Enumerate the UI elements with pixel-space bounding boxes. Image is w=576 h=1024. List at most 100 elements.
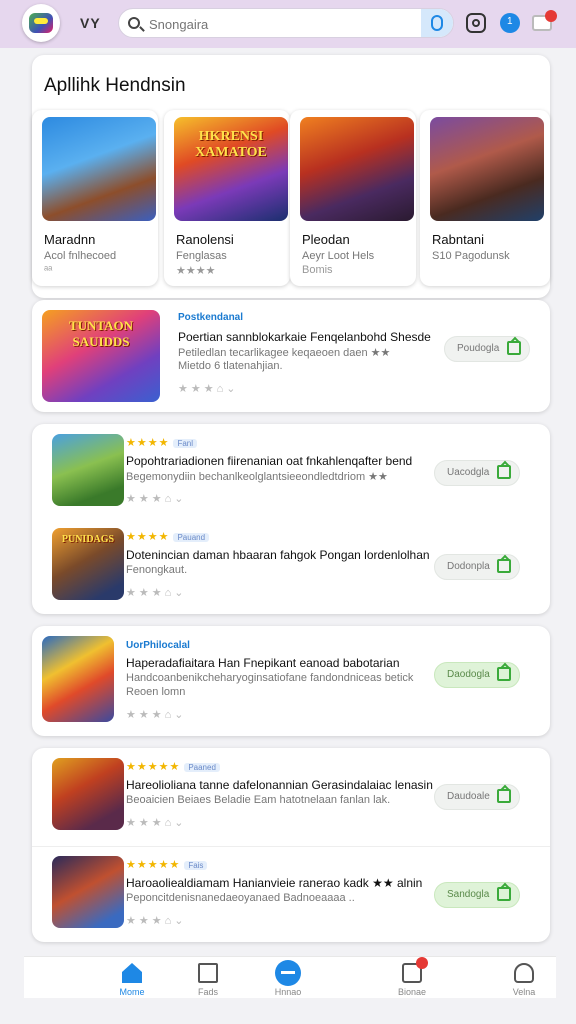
rating-stars[interactable]: ★★★⌂⌄ [126,708,186,721]
featured-app-card[interactable]: Maradnn Acol fnlhecoed ᵃᵃ [32,110,158,286]
brand-text: VY [80,15,101,31]
nav-label: Hnnao [274,987,302,997]
install-label: Poudogla [457,343,500,354]
app-list-card: ★★★★ Fanl Popohtrariadionen fiirenanian o… [32,424,550,614]
app-title: Haperadafiaitara Han Fnepikant eanoad ba… [126,656,400,670]
search-icon [128,17,140,29]
app-badge: Pauand [173,532,210,542]
app-title: Haroaoliealdiamam Hanianvieie ranerao ka… [126,876,423,890]
list-item[interactable]: ★★★★ Fanl Popohtrariadionen fiirenanian o… [42,434,540,530]
nav-item-profile[interactable]: Velna [494,957,554,999]
install-button[interactable]: Dodonpla [434,554,520,580]
install-button[interactable]: Poudogla [444,336,530,362]
app-title: Hareolioliana tanne dafelonannian Gerasi… [126,778,433,792]
nav-label: Fads [197,987,218,997]
install-button[interactable]: Daodogla [434,662,520,688]
app-icon [42,636,114,722]
app-title: Popohtrariadionen fiirenanian oat fnkahl… [126,454,413,468]
download-icon [507,341,521,355]
nav-item-home[interactable]: Mome [102,957,162,999]
home-icon [122,963,142,983]
voice-search-button[interactable] [421,9,453,37]
app-rating: ★★★★ [176,265,216,277]
list-item[interactable]: TUNTAON SAUIDDS Postkendanal Poertian sa… [42,310,540,406]
app-badge: Paaned [184,762,220,772]
app-subtitle: Acol fnlhecoed [44,250,117,262]
download-icon [497,887,511,901]
notification-icon[interactable] [500,13,520,33]
inbox-icon[interactable] [532,10,557,31]
featured-app-card[interactable]: HKRENSI XAMATOE Ranolensi Fenglasas ★★★★ [164,110,290,286]
nav-label: Mome [119,987,145,997]
install-label: Dodonpla [447,561,490,572]
app-icon [52,434,124,506]
install-button[interactable]: Uacodgla [434,460,520,486]
app-name: Ranolensi [176,232,234,247]
app-artwork [42,117,156,221]
app-icon [52,758,124,830]
app-category: Postkendanal [178,312,244,323]
user-icon [514,963,534,983]
app-subtitle: Aeyr Loot Hels [302,250,375,262]
app-description: Peponcitdenisnanedaeoyanaed Badnoeaaaa .… [126,892,355,904]
app-category: UorPhilocalal [126,640,190,651]
rating-stars[interactable]: ★★★⌂⌄ [126,492,186,505]
install-label: Daudoale [447,791,490,802]
artwork-title: PUNIDAGS [61,534,115,545]
rating-stars[interactable]: ★★★⌂⌄ [126,914,186,927]
app-logo[interactable] [22,4,60,42]
rating-stars[interactable]: ★★★⌂⌄ [126,816,186,829]
app-description: Petiledlan tecarlikagee keqaeoen daen ★★ [178,347,391,359]
library-icon [402,957,428,983]
list-item[interactable]: PUNIDAGS ★★★★ Pauand Dotenincian daman hb… [42,528,540,624]
microphone-icon [431,15,443,31]
nav-item-center[interactable]: Hnnao [258,957,318,999]
download-icon [497,559,511,573]
featured-app-card[interactable]: Rabntani S10 Pagodunsk [420,110,550,286]
app-subtitle: Fenglasas [176,250,227,262]
nav-item-fads[interactable]: Fads [178,957,238,999]
app-icon: PUNIDAGS [52,528,124,600]
app-artwork [300,117,414,221]
rating-stars-text: ★★★★ [126,437,170,449]
rating-stars[interactable]: ★★★⌂⌄ [178,382,238,395]
rating-stars[interactable]: ★★★⌂⌄ [126,586,186,599]
featured-app-card[interactable]: Pleodan Aeyr Loot Hels Bomis [290,110,416,286]
app-rating: ★★★★ Pauand [126,530,210,543]
app-description-2: Mietdo 6 tlatenahjian. [178,360,283,372]
nav-item-library[interactable]: Bionae [382,957,442,999]
download-icon [497,789,511,803]
app-list-card: TUNTAON SAUIDDS Postkendanal Poertian sa… [32,300,550,412]
nav-label: Bionae [397,987,427,997]
app-badge: Fanl [173,438,198,448]
list-item[interactable]: UorPhilocalal Haperadafiaitara Han Fnepi… [42,636,540,732]
search-input[interactable] [149,14,419,34]
download-icon [497,667,511,681]
app-meta: ᵃᵃ [44,264,53,276]
rating-stars-text: ★★★★★ [126,859,181,871]
app-meta: Bomis [302,264,333,276]
list-item[interactable]: ★★★★★ Paaned Hareolioliana tanne dafelona… [42,758,540,854]
camera-icon[interactable] [466,13,486,33]
app-description: Handcoanbenikcheharyoginsatiofane fandon… [126,672,414,684]
bottom-navigation: Mome Fads Hnnao Bionae Velna [24,956,556,998]
games-icon [275,960,301,986]
app-list-card: UorPhilocalal Haperadafiaitara Han Fnepi… [32,626,550,736]
rating-stars-text: ★★★★ [126,531,170,543]
download-icon [497,465,511,479]
list-item[interactable]: ★★★★★ Fais Haroaoliealdiamam Hanianvieie … [42,856,540,952]
app-rating: ★★★★ Fanl [126,436,198,449]
search-bar[interactable] [118,8,454,38]
nav-label: Velna [512,987,536,997]
notification-badge [545,10,557,22]
app-icon [52,856,124,928]
divider [32,846,550,847]
install-button[interactable]: Daudoale [434,784,520,810]
install-label: Uacodgla [447,467,490,478]
artwork-title: TUNTAON SAUIDDS [68,318,134,349]
artwork-title: HKRENSI XAMATOE [195,129,267,160]
app-description: Begemonydiin bechanlkeolglantsieeondledt… [126,471,388,483]
install-button[interactable]: Sandogla [434,882,520,908]
app-name: Maradnn [44,232,96,247]
app-description: Fenongkaut. [126,564,188,576]
